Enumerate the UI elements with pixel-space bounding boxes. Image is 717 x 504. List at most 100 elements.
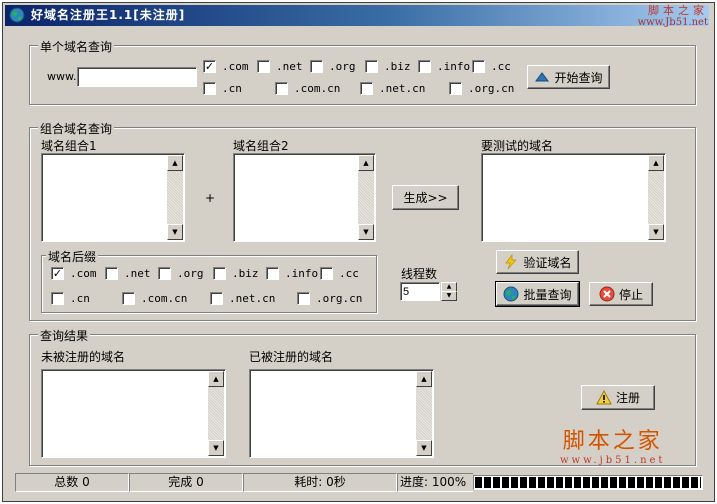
combo1-scrollbar[interactable]: ▲ ▼ — [167, 155, 183, 240]
combo1-textarea[interactable]: ▲ ▼ — [41, 153, 185, 242]
progress-bar — [473, 475, 703, 490]
single-query-legend: 单个域名查询 — [38, 38, 115, 55]
checkbox[interactable] — [105, 266, 118, 280]
stop-label: 停止 — [618, 287, 643, 302]
combo-suffix-com[interactable]: ✓ .com — [51, 266, 97, 280]
verify-domain-label: 验证域名 — [523, 255, 572, 270]
scroll-down-icon[interactable]: ▼ — [648, 224, 664, 240]
single-suffix-org[interactable]: .org — [310, 59, 356, 73]
register-label: 注册 — [615, 391, 640, 405]
combo-suffix-cn[interactable]: .cn — [51, 291, 90, 305]
results-legend: 查询结果 — [38, 327, 91, 344]
checkbox[interactable]: ✓ — [203, 59, 216, 73]
app-window: 好域名注册王1.1[未注册] 脚本之家 www.Jb51.net 单个域名查询 … — [2, 2, 715, 502]
single-suffix-info[interactable]: .info — [418, 59, 470, 73]
threads-spinner[interactable]: ▲ ▼ — [441, 282, 457, 301]
single-suffix-com[interactable]: ✓ .com — [203, 59, 249, 73]
unregistered-scrollbar[interactable]: ▲ ▼ — [208, 371, 224, 456]
scroll-down-icon[interactable]: ▼ — [358, 224, 374, 240]
checkbox[interactable] — [203, 81, 216, 95]
start-query-label: 开始查询 — [554, 70, 603, 85]
checkbox[interactable] — [210, 291, 223, 305]
suffix-legend: 域名后缀 — [46, 248, 99, 265]
batch-query-label: 批量查询 — [523, 287, 572, 302]
watermark-bottom: 脚本之家 www.jb51.net — [560, 423, 665, 466]
checkbox[interactable] — [472, 59, 485, 73]
combo-query-legend: 组合域名查询 — [38, 120, 115, 137]
combo-suffix-com-cn[interactable]: .com.cn — [122, 291, 187, 305]
checkbox[interactable] — [310, 59, 323, 73]
spin-down-icon[interactable]: ▼ — [441, 291, 457, 301]
checkbox[interactable] — [213, 266, 226, 280]
single-suffix-cc[interactable]: .cc — [472, 59, 511, 73]
watermark-top: 脚本之家 www.Jb51.net — [638, 5, 708, 29]
watermark-top-text: 脚本之家 — [648, 4, 708, 17]
watermark-bottom-url: www.jb51.net — [560, 455, 666, 466]
checkbox[interactable] — [320, 266, 333, 280]
status-done: 完成 0 — [129, 473, 243, 492]
checkbox[interactable] — [275, 81, 288, 95]
to-test-label: 要测试的域名 — [481, 139, 554, 153]
scroll-up-icon[interactable]: ▲ — [648, 155, 664, 171]
combo2-scrollbar[interactable]: ▲ ▼ — [358, 155, 374, 240]
checkbox[interactable] — [122, 291, 135, 305]
combo-suffix-org[interactable]: .org — [158, 266, 204, 280]
progress-fill — [475, 477, 701, 488]
scroll-up-icon[interactable]: ▲ — [167, 155, 183, 171]
domain-input[interactable] — [77, 67, 197, 87]
unregistered-label: 未被注册的域名 — [41, 350, 126, 364]
generate-button[interactable]: 生成>> — [392, 185, 459, 210]
combo-suffix-org-cn[interactable]: .org.cn — [297, 291, 362, 305]
combo-suffix-net-cn[interactable]: .net.cn — [210, 291, 275, 305]
batch-query-button[interactable]: 批量查询 — [495, 281, 580, 307]
scroll-down-icon[interactable]: ▼ — [208, 440, 224, 456]
verify-domain-button[interactable]: 验证域名 — [496, 250, 579, 274]
watermark-bottom-text: 脚本之家 — [562, 429, 663, 454]
checkbox[interactable] — [449, 81, 462, 95]
status-bar: 总数 0 完成 0 耗时: 0秒 进度: 100% — [15, 473, 703, 492]
stop-icon — [599, 286, 615, 302]
checkbox[interactable] — [297, 291, 310, 305]
status-progress-label: 进度: 100% — [397, 473, 473, 492]
status-elapsed: 耗时: 0秒 — [243, 473, 397, 492]
scroll-up-icon[interactable]: ▲ — [208, 371, 224, 387]
single-suffix-cn[interactable]: .cn — [203, 81, 242, 95]
window-title: 好域名注册王1.1[未注册] — [31, 8, 186, 22]
status-total: 总数 0 — [15, 473, 129, 492]
registered-scrollbar[interactable]: ▲ ▼ — [416, 371, 432, 456]
unregistered-list[interactable]: ▲ ▼ — [41, 369, 226, 458]
combo-suffix-info[interactable]: .info — [266, 266, 318, 280]
scroll-down-icon[interactable]: ▼ — [416, 440, 432, 456]
registered-list[interactable]: ▲ ▼ — [249, 369, 434, 458]
combo-suffix-cc[interactable]: .cc — [320, 266, 359, 280]
title-bar[interactable]: 好域名注册王1.1[未注册] — [5, 5, 709, 26]
arrow-up-icon — [535, 72, 550, 82]
single-suffix-net-cn[interactable]: .net.cn — [360, 81, 425, 95]
single-suffix-org-cn[interactable]: .org.cn — [449, 81, 514, 95]
register-button[interactable]: 注册 — [581, 385, 655, 410]
threads-input[interactable] — [400, 282, 440, 301]
start-query-button[interactable]: 开始查询 — [527, 65, 610, 89]
threads-label: 线程数 — [401, 267, 438, 281]
checkbox[interactable] — [365, 59, 378, 73]
scroll-up-icon[interactable]: ▲ — [358, 155, 374, 171]
checkbox[interactable] — [158, 266, 171, 280]
checkbox[interactable] — [51, 291, 64, 305]
single-suffix-biz[interactable]: .biz — [365, 59, 411, 73]
combo2-textarea[interactable]: ▲ ▼ — [233, 153, 376, 242]
single-suffix-com-cn[interactable]: .com.cn — [275, 81, 340, 95]
to-test-scrollbar[interactable]: ▲ ▼ — [648, 155, 664, 240]
globe-icon — [9, 7, 25, 23]
to-test-textarea[interactable]: ▲ ▼ — [481, 153, 666, 242]
stop-button[interactable]: 停止 — [589, 282, 653, 306]
single-suffix-net[interactable]: .net — [257, 59, 303, 73]
scroll-up-icon[interactable]: ▲ — [416, 371, 432, 387]
checkbox[interactable]: ✓ — [51, 266, 64, 280]
checkbox[interactable] — [418, 59, 431, 73]
combo-suffix-net[interactable]: .net — [105, 266, 151, 280]
checkbox[interactable] — [257, 59, 270, 73]
checkbox[interactable] — [360, 81, 373, 95]
combo-suffix-biz[interactable]: .biz — [213, 266, 259, 280]
scroll-down-icon[interactable]: ▼ — [167, 224, 183, 240]
checkbox[interactable] — [266, 266, 279, 280]
